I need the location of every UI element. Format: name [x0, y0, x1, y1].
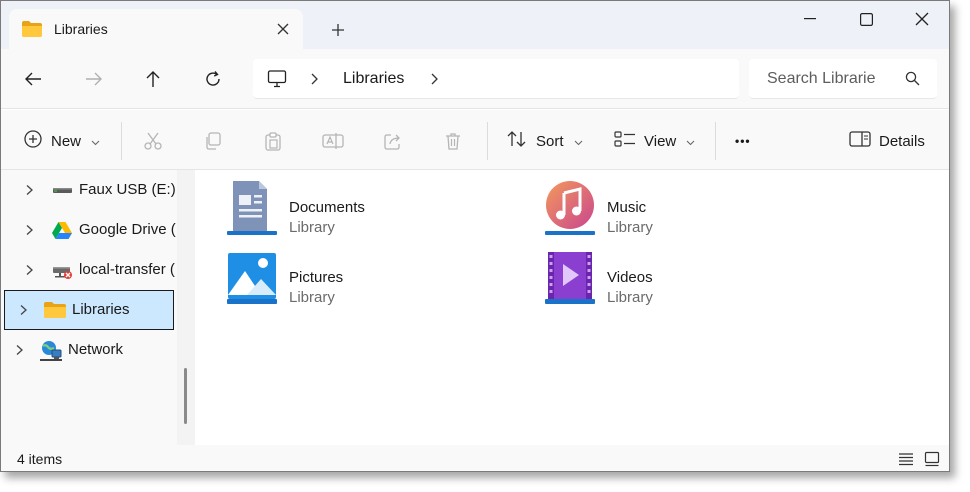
usb-drive-icon [51, 180, 73, 203]
folder-icon [43, 300, 67, 323]
tab-title: Libraries [54, 21, 108, 37]
sidebar-item-label: Libraries [72, 301, 130, 318]
search-icon[interactable] [905, 71, 920, 89]
chevron-down-icon [91, 133, 100, 150]
maximize-icon[interactable] [851, 7, 881, 31]
rename-icon[interactable] [321, 129, 345, 153]
plus-circle-icon [23, 129, 43, 153]
sidebar-item-label: Faux USB (E:) [79, 181, 176, 198]
tab-libraries[interactable]: Libraries [9, 9, 303, 49]
sidebar-item-libraries[interactable]: Libraries [4, 290, 174, 330]
library-name: Documents [289, 199, 365, 216]
view-button[interactable]: View [614, 128, 695, 154]
this-pc-icon[interactable] [267, 69, 287, 92]
library-type: Library [607, 219, 653, 236]
chevron-right-icon[interactable] [309, 72, 319, 89]
search-input[interactable]: Search Librarie [749, 59, 937, 99]
details-view-icon[interactable] [897, 450, 915, 468]
chevron-right-icon[interactable] [25, 263, 34, 279]
minimize-icon[interactable] [795, 7, 825, 31]
sidebar-item-label: local-transfer ( [79, 261, 175, 278]
chevron-right-icon[interactable] [15, 343, 24, 359]
copy-icon[interactable] [201, 129, 225, 153]
pictures-library-icon [225, 249, 279, 307]
toolbar-separator [121, 122, 122, 160]
up-arrow-icon[interactable] [141, 67, 165, 91]
more-options-icon: ••• [735, 134, 751, 148]
address-row: Libraries Search Librarie [1, 49, 949, 109]
new-button[interactable]: New [23, 128, 100, 154]
library-type: Library [289, 289, 335, 306]
network-icon [39, 340, 63, 365]
tab-close-icon[interactable] [273, 19, 293, 39]
chevron-down-icon [574, 133, 583, 150]
sidebar-item-label: Google Drive ( [79, 221, 176, 238]
new-label: New [51, 132, 82, 150]
large-icons-view-icon[interactable] [923, 450, 941, 468]
forward-arrow-icon[interactable] [82, 67, 106, 91]
refresh-icon[interactable] [201, 67, 225, 91]
more-options-button[interactable]: ••• [735, 128, 751, 154]
sidebar-item-label: Network [68, 341, 124, 358]
paste-icon[interactable] [261, 129, 285, 153]
cut-icon[interactable] [141, 129, 165, 153]
status-bar: 4 items [1, 445, 949, 471]
new-tab-button[interactable] [327, 19, 349, 41]
library-item-music[interactable]: Music Library [543, 179, 823, 245]
library-type: Library [289, 219, 335, 236]
sidebar-scrollbar-thumb[interactable] [184, 368, 187, 424]
library-name: Music [607, 199, 647, 216]
command-bar: New Sort View ••• Details [1, 110, 949, 170]
sidebar-item-network[interactable]: Network [1, 330, 177, 370]
search-placeholder: Search Librarie [767, 70, 876, 87]
google-drive-icon [51, 220, 73, 243]
details-pane-icon [849, 130, 871, 152]
library-name: Videos [607, 269, 653, 286]
file-list: Documents Library Music Library Pictures… [195, 170, 949, 445]
library-name: Pictures [289, 269, 344, 286]
details-button[interactable]: Details [849, 128, 925, 154]
documents-library-icon [225, 179, 279, 237]
toolbar-separator [487, 122, 488, 160]
library-item-pictures[interactable]: Pictures Library [225, 249, 505, 315]
chevron-right-icon[interactable] [19, 303, 28, 319]
details-label: Details [879, 132, 925, 150]
library-type: Library [607, 289, 653, 306]
sort-button[interactable]: Sort [506, 128, 583, 154]
title-bar: Libraries [1, 1, 949, 49]
library-item-documents[interactable]: Documents Library [225, 179, 505, 245]
library-item-videos[interactable]: Videos Library [543, 249, 823, 315]
sidebar-item-local-transfer[interactable]: local-transfer ( [1, 250, 177, 290]
toolbar-separator [715, 122, 716, 160]
sort-icon [506, 129, 528, 153]
network-drive-icon [51, 260, 73, 283]
file-explorer-window: Libraries Libraries Search Librarie New … [0, 0, 950, 472]
sidebar-item-faux-usb[interactable]: Faux USB (E:) [1, 170, 177, 210]
view-icon [614, 129, 636, 153]
breadcrumb-libraries[interactable]: Libraries [343, 70, 404, 88]
sort-label: Sort [536, 132, 564, 150]
close-window-icon[interactable] [907, 7, 937, 31]
videos-library-icon [543, 249, 597, 307]
chevron-down-icon [686, 133, 695, 150]
chevron-right-icon[interactable] [25, 183, 34, 199]
sidebar-item-google-drive[interactable]: Google Drive ( [1, 210, 177, 250]
back-arrow-icon[interactable] [21, 67, 45, 91]
folder-icon [21, 19, 43, 42]
chevron-right-icon[interactable] [25, 223, 34, 239]
address-bar[interactable]: Libraries [253, 59, 739, 99]
navigation-pane: Faux USB (E:) Google Drive ( local-trans… [1, 170, 177, 445]
music-library-icon [543, 179, 597, 237]
item-count: 4 items [17, 451, 63, 467]
chevron-right-icon[interactable] [429, 72, 439, 89]
share-icon[interactable] [381, 129, 405, 153]
view-label: View [644, 132, 677, 150]
delete-icon[interactable] [441, 129, 465, 153]
